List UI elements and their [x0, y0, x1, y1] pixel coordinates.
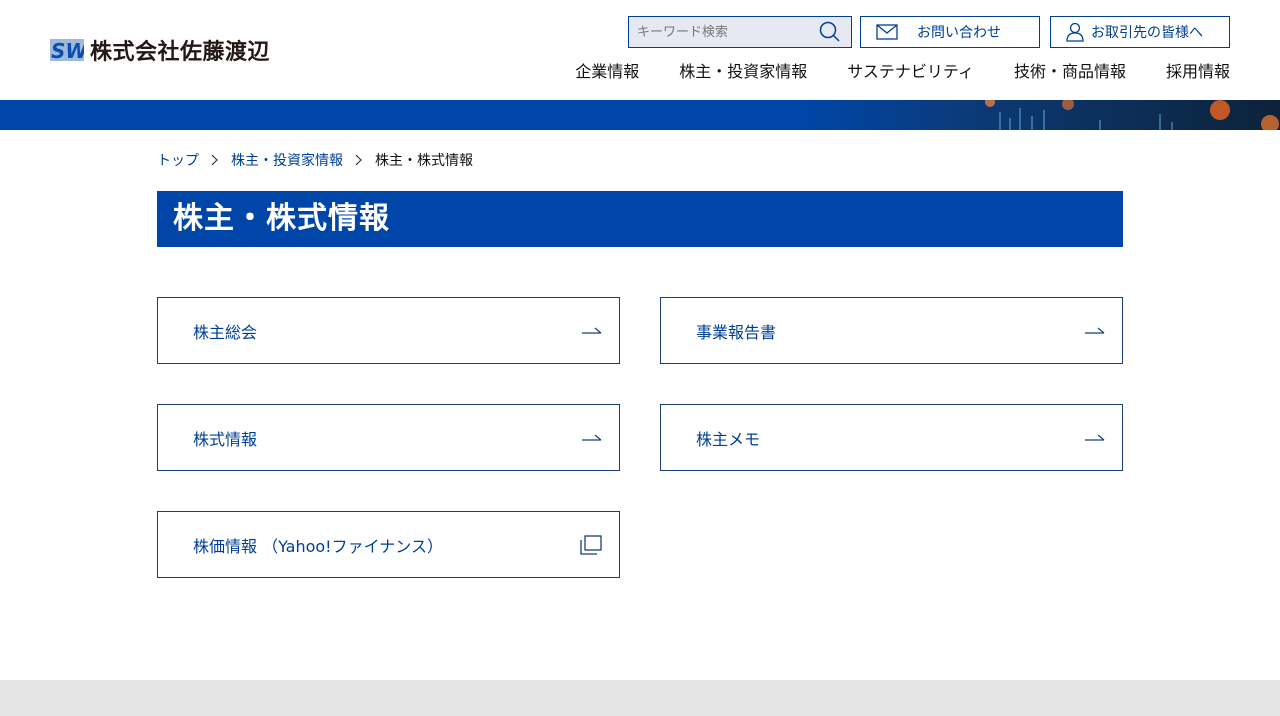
- nav-item-investors[interactable]: 株主・投資家情報: [679, 60, 807, 84]
- partners-button[interactable]: お取引先の皆様へ: [1050, 16, 1230, 48]
- arrow-right-icon: [582, 327, 602, 334]
- search-input[interactable]: [629, 17, 815, 47]
- breadcrumb-current: 株主・株式情報: [375, 153, 473, 169]
- chevron-right-icon: [355, 154, 363, 166]
- nav-item-recruit[interactable]: 採用情報: [1166, 60, 1230, 84]
- footer-band: [0, 680, 1280, 716]
- site-header: SW 株式会社佐藤渡辺 お問い合わせ お取引先の: [0, 0, 1280, 100]
- sw-logo-icon: SW: [50, 37, 88, 63]
- nav-item-sustainability[interactable]: サステナビリティ: [847, 60, 974, 84]
- nav-item-technology-products[interactable]: 技術・商品情報: [1014, 60, 1126, 84]
- arrow-right-icon: [1085, 327, 1105, 334]
- link-card-label: 株価情報 （Yahoo!ファイナンス）: [193, 536, 443, 556]
- breadcrumb: トップ 株主・投資家情報 株主・株式情報: [157, 150, 473, 170]
- mail-icon: [875, 22, 899, 42]
- link-card-label: 事業報告書: [696, 322, 777, 342]
- link-card-label: 株主メモ: [696, 429, 761, 449]
- company-logo[interactable]: SW 株式会社佐藤渡辺: [50, 36, 271, 65]
- link-card-label: 株主総会: [193, 322, 258, 342]
- link-card-business-report[interactable]: 事業報告書: [660, 297, 1123, 364]
- contact-label: お問い合わせ: [917, 25, 1001, 41]
- company-name: 株式会社佐藤渡辺: [90, 40, 271, 65]
- link-card-label: 株式情報: [193, 429, 258, 449]
- breadcrumb-investors[interactable]: 株主・投資家情報: [231, 150, 343, 170]
- link-card-shareholders-meeting[interactable]: 株主総会: [157, 297, 620, 364]
- search-icon[interactable]: [815, 17, 845, 47]
- hero-band: [0, 100, 1280, 130]
- svg-text:SW: SW: [51, 39, 84, 63]
- user-icon: [1063, 22, 1087, 42]
- external-window-icon: [580, 535, 602, 555]
- partners-label: お取引先の皆様へ: [1091, 25, 1203, 41]
- contact-button[interactable]: お問い合わせ: [860, 16, 1040, 48]
- link-card-stock-info[interactable]: 株式情報: [157, 404, 620, 471]
- page-title: 株主・株式情報: [157, 191, 1123, 247]
- breadcrumb-top[interactable]: トップ: [157, 150, 199, 170]
- stock-chart-banner-image: [800, 100, 1280, 130]
- chevron-right-icon: [211, 154, 219, 166]
- arrow-right-icon: [582, 434, 602, 441]
- arrow-right-icon: [1085, 434, 1105, 441]
- link-card-shareholder-memo[interactable]: 株主メモ: [660, 404, 1123, 471]
- global-nav: 企業情報 株主・投資家情報 サステナビリティ 技術・商品情報 採用情報: [535, 60, 1230, 84]
- nav-item-company[interactable]: 企業情報: [575, 60, 639, 84]
- search-box: [628, 16, 852, 48]
- link-card-stock-price-yahoo[interactable]: 株価情報 （Yahoo!ファイナンス）: [157, 511, 620, 578]
